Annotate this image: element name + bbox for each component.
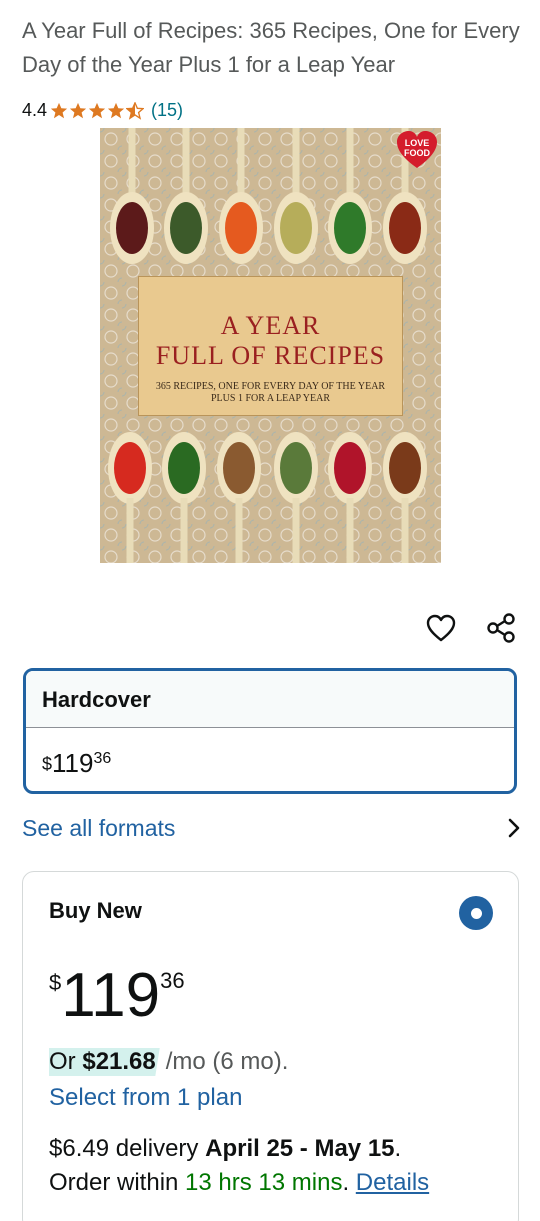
delivery-fee: $6.49 delivery <box>49 1135 199 1162</box>
star-full-icon <box>50 102 68 118</box>
cover-title-plaque: A YEAR FULL OF RECIPES 365 RECIPES, ONE … <box>138 276 403 416</box>
format-price-whole: 119 <box>52 748 94 778</box>
star-full-icon <box>88 102 106 118</box>
share-button[interactable] <box>483 610 519 646</box>
delivery-period: . <box>394 1135 402 1162</box>
star-rating <box>50 101 145 120</box>
love-food-logo: LOVE FOOD <box>397 131 437 168</box>
star-full-icon <box>69 102 87 118</box>
order-within-prefix: Order within <box>49 1169 179 1196</box>
buy-new-price-whole: 119 <box>61 961 161 1030</box>
radio-selected-dot <box>470 907 482 919</box>
plan-amount: $21.68 <box>82 1048 156 1075</box>
format-price: $ 119 36 <box>26 728 514 779</box>
format-label: Hardcover <box>26 671 514 728</box>
product-image[interactable]: A YEAR FULL OF RECIPES 365 RECIPES, ONE … <box>100 128 441 563</box>
cover-title-line1: A YEAR <box>220 311 321 340</box>
buy-new-radio[interactable] <box>459 896 493 930</box>
svg-text:LOVE: LOVE <box>405 138 430 148</box>
format-option-hardcover[interactable]: Hardcover $ 119 36 <box>23 668 517 794</box>
wishlist-button[interactable] <box>423 610 459 646</box>
chevron-right-icon <box>508 818 520 838</box>
order-within-time: 13 hrs 13 mins <box>185 1169 343 1196</box>
plan-suffix: /mo (6 mo). <box>165 1048 289 1075</box>
order-within-period: . <box>342 1169 350 1196</box>
buy-new-title: Buy New <box>49 898 142 923</box>
cover-title-line2: FULL OF RECIPES <box>155 341 386 370</box>
rating-count-link[interactable]: (15) <box>151 100 183 121</box>
monthly-plan-line: Or $21.68 /mo (6 mo). <box>49 1048 288 1076</box>
share-icon <box>487 613 515 643</box>
rating-row[interactable]: 4.4 (15) <box>22 100 183 121</box>
see-all-formats-link[interactable]: See all formats <box>22 812 522 844</box>
buy-new-box[interactable]: Buy New $ 119 36 Or $21.68 /mo (6 mo). S… <box>22 871 519 1221</box>
buy-new-price-symbol: $ <box>49 970 62 995</box>
see-all-formats-label: See all formats <box>22 814 176 841</box>
select-plan-link[interactable]: Select from 1 plan <box>49 1084 242 1112</box>
format-price-symbol: $ <box>42 754 53 774</box>
delivery-dates: April 25 - May 15 <box>205 1135 395 1162</box>
delivery-info: $6.49 delivery April 25 - May 15. Order … <box>49 1132 509 1200</box>
heart-icon <box>426 614 456 642</box>
svg-text:FOOD: FOOD <box>404 148 430 158</box>
cover-subtitle-line1: 365 RECIPES, ONE FOR EVERY DAY OF THE YE… <box>155 381 386 392</box>
cover-subtitle-line2: PLUS 1 FOR A LEAP YEAR <box>210 393 330 404</box>
plan-prefix: Or <box>49 1048 76 1075</box>
rating-value: 4.4 <box>22 100 48 120</box>
buy-new-price: $ 119 36 <box>49 960 185 1032</box>
delivery-details-link[interactable]: Details <box>356 1169 429 1196</box>
plan-highlight: Or $21.68 <box>49 1048 160 1076</box>
star-half-icon <box>126 101 145 120</box>
format-price-fraction: 36 <box>93 750 112 767</box>
star-full-icon <box>107 102 125 118</box>
product-title: A Year Full of Recipes: 365 Recipes, One… <box>22 18 520 77</box>
buy-new-price-fraction: 36 <box>160 968 185 993</box>
